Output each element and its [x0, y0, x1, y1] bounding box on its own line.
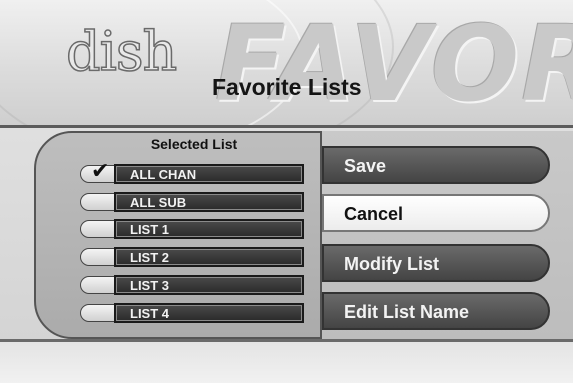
selected-list-heading: Selected List: [150, 136, 238, 152]
modify-list-button-label: Modify List: [344, 254, 439, 274]
list-item-label-box[interactable]: LIST 2: [114, 247, 304, 267]
list-item[interactable]: LIST 3: [80, 275, 304, 297]
cancel-button[interactable]: Cancel: [322, 194, 550, 232]
list-item-label: LIST 4: [130, 306, 170, 321]
header: FAVOR dish Favorite Lists: [0, 0, 573, 125]
list-item-label-box[interactable]: ALL SUB: [114, 192, 304, 212]
page-title: Favorite Lists: [212, 74, 362, 100]
list-item[interactable]: ALL SUB: [80, 192, 304, 214]
edit-list-name-button-label: Edit List Name: [344, 302, 470, 322]
list-item-label-box[interactable]: LIST 4: [114, 303, 304, 323]
list-item[interactable]: LIST 2: [80, 247, 304, 269]
list-item-label: LIST 1: [130, 222, 170, 237]
favorite-lists-screen: FAVOR dish Favorite Lists Selected List …: [0, 0, 573, 383]
list-item-label-box[interactable]: LIST 1: [114, 219, 304, 239]
list-item[interactable]: ✔ ALL CHAN: [80, 160, 304, 186]
dish-logo: dish: [65, 20, 178, 83]
modify-list-button[interactable]: Modify List: [322, 244, 550, 282]
header-divider: [0, 125, 573, 128]
edit-list-name-button[interactable]: Edit List Name: [322, 292, 550, 330]
action-menu: Save Cancel Modify List Edit List Name: [322, 131, 573, 339]
list-item[interactable]: LIST 4: [80, 303, 304, 325]
checkmark-icon: ✔: [91, 159, 110, 184]
list-item-label: ALL CHAN: [130, 167, 197, 182]
cancel-button-label: Cancel: [344, 204, 404, 224]
list-item-label: LIST 2: [130, 250, 170, 265]
list-item-label-box[interactable]: LIST 3: [114, 275, 304, 295]
list-item-label: LIST 3: [130, 278, 170, 293]
list-item-label-box[interactable]: ALL CHAN: [114, 164, 304, 184]
selected-list-panel: Selected List ✔ ALL CHAN ALL SUB LIST 1: [34, 131, 322, 339]
list-item-label: ALL SUB: [130, 195, 187, 210]
list-item[interactable]: LIST 1: [80, 219, 304, 241]
save-button[interactable]: Save: [322, 146, 550, 184]
footer-bar: [0, 342, 573, 383]
save-button-label: Save: [344, 156, 387, 176]
